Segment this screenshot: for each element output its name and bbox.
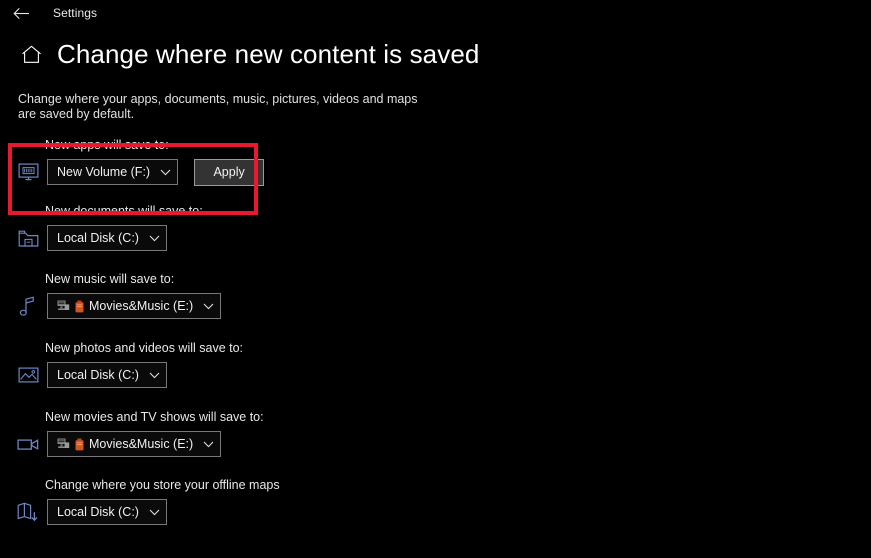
setting-group-music: New music will save to: Movies&Music (E:…: [0, 272, 871, 320]
music-note-icon: [14, 292, 42, 320]
dropdown-documents-location[interactable]: Local Disk (C:): [47, 225, 167, 251]
setting-group-maps: Change where you store your offline maps…: [0, 478, 871, 526]
dropdown-photos-location[interactable]: Local Disk (C:): [47, 362, 167, 388]
setting-label-movies: New movies and TV shows will save to:: [45, 410, 264, 424]
setting-group-photos: New photos and videos will save to: Loca…: [0, 341, 871, 389]
monitor-apps-icon: [14, 158, 42, 186]
chevron-down-icon: [203, 441, 214, 448]
page-title: Change where new content is saved: [57, 39, 480, 69]
setting-row-movies: Movies&Music (E:): [14, 430, 871, 458]
settings-groups: New apps will save to: New Volume (F:) A…: [0, 138, 871, 526]
page-header: Change where new content is saved: [0, 41, 871, 67]
chevron-down-icon: [203, 303, 214, 310]
hard-drive-icon: [75, 300, 84, 313]
setting-label-documents: New documents will save to:: [45, 204, 203, 218]
photo-icon: [14, 361, 42, 389]
chevron-down-icon: [149, 235, 160, 242]
dropdown-maps-value: Local Disk (C:): [57, 505, 139, 519]
dropdown-photos-value: Local Disk (C:): [57, 368, 139, 382]
window-titlebar: Settings: [0, 0, 871, 26]
setting-group-documents: New documents will save to: Local Disk (…: [0, 204, 871, 252]
dropdown-apps-location[interactable]: New Volume (F:): [47, 159, 179, 185]
setting-label-music: New music will save to:: [45, 272, 175, 286]
dropdown-movies-location[interactable]: Movies&Music (E:): [47, 431, 222, 457]
setting-label-maps: Change where you store your offline maps: [45, 478, 280, 492]
home-icon[interactable]: [18, 41, 44, 67]
offline-maps-icon: [14, 498, 42, 526]
network-drive-icon: [57, 300, 70, 312]
chevron-down-icon: [160, 169, 171, 176]
setting-row-maps: Local Disk (C:): [14, 498, 871, 526]
video-camera-icon: [14, 430, 42, 458]
apply-button[interactable]: Apply: [194, 158, 265, 186]
dropdown-apps-value: New Volume (F:): [57, 165, 151, 179]
setting-row-photos: Local Disk (C:): [14, 361, 871, 389]
setting-label-photos: New photos and videos will save to:: [45, 341, 244, 355]
dropdown-movies-value: Movies&Music (E:): [89, 437, 194, 451]
hard-drive-icon: [75, 438, 84, 451]
dropdown-documents-value: Local Disk (C:): [57, 231, 139, 245]
window-title: Settings: [53, 6, 98, 20]
chevron-down-icon: [149, 509, 160, 516]
documents-folder-icon: [14, 224, 42, 252]
setting-group-apps: New apps will save to: New Volume (F:) A…: [0, 138, 871, 186]
setting-group-movies: New movies and TV shows will save to: Mo…: [0, 410, 871, 458]
network-drive-icon: [57, 438, 70, 450]
back-arrow-icon[interactable]: [8, 2, 34, 24]
chevron-down-icon: [149, 372, 160, 379]
setting-row-documents: Local Disk (C:): [14, 224, 871, 252]
setting-row-music: Movies&Music (E:): [14, 292, 871, 320]
dropdown-music-location[interactable]: Movies&Music (E:): [47, 293, 222, 319]
page-description: Change where your apps, documents, music…: [18, 92, 418, 121]
setting-label-apps: New apps will save to:: [45, 138, 169, 152]
dropdown-maps-location[interactable]: Local Disk (C:): [47, 499, 167, 525]
setting-row-apps: New Volume (F:) Apply: [14, 158, 871, 186]
dropdown-music-value: Movies&Music (E:): [89, 299, 194, 313]
